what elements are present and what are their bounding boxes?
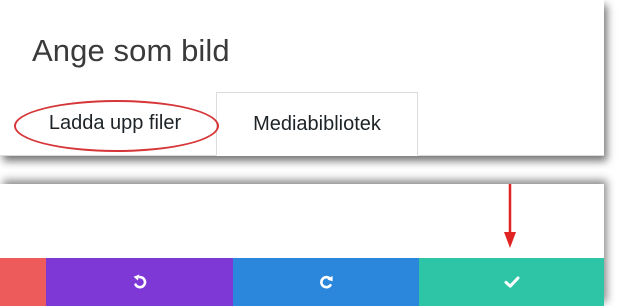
- confirm-button[interactable]: [419, 258, 604, 306]
- toolbar-buttons: [0, 258, 604, 306]
- modal-title: Ange som bild: [32, 33, 230, 68]
- tab-upload-files[interactable]: Ladda upp filer: [16, 92, 214, 155]
- tab-media-library[interactable]: Mediabibliotek: [216, 92, 418, 156]
- tab-bar: Ladda upp filer Mediabibliotek: [0, 92, 604, 156]
- delete-button[interactable]: [0, 258, 46, 306]
- undo-button[interactable]: [46, 258, 233, 306]
- tab-media-library-label: Mediabibliotek: [253, 112, 381, 135]
- undo-icon: [132, 274, 148, 290]
- redo-button[interactable]: [233, 258, 419, 306]
- redo-icon: [318, 274, 334, 290]
- media-modal-header: Ange som bild Ladda upp filer Mediabibli…: [0, 0, 604, 156]
- tab-upload-files-label: Ladda upp filer: [48, 112, 182, 134]
- check-icon: [504, 275, 520, 289]
